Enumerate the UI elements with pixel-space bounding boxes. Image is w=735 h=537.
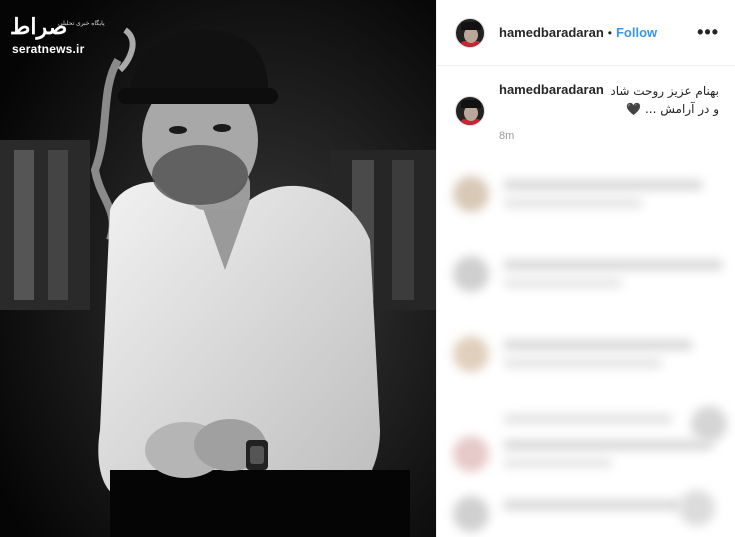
more-options-icon[interactable]: ••• xyxy=(697,22,719,43)
caption-text: بهنام عزیز روحت شاد و در آرامش ... 🖤 xyxy=(569,82,719,118)
post-photo: صراط پایگاه خبری تحلیلی seratnews.ir xyxy=(0,0,436,537)
watermark-tagline: پایگاه خبری تحلیلی xyxy=(58,21,105,27)
caption: hamedbaradaran بهنام عزیز روحت شاد و در … xyxy=(437,66,735,138)
post-timestamp[interactable]: 8m xyxy=(499,130,514,142)
follow-button[interactable]: Follow xyxy=(616,25,657,40)
watermark: صراط پایگاه خبری تحلیلی seratnews.ir xyxy=(10,14,110,58)
portrait-image xyxy=(0,0,436,537)
watermark-logo: صراط xyxy=(10,14,68,40)
username-link[interactable]: hamedbaradaran xyxy=(499,25,604,40)
separator-dot: • xyxy=(607,25,612,40)
post-sidebar: hamedbaradaran • Follow ••• hamedbaradar… xyxy=(436,0,735,537)
blurred-comments xyxy=(437,150,735,537)
avatar[interactable] xyxy=(455,17,485,48)
caption-avatar[interactable] xyxy=(455,96,485,126)
watermark-url: seratnews.ir xyxy=(12,42,85,56)
caption-line-1: بهنام عزیز روحت شاد xyxy=(610,84,719,98)
caption-line-2: و در آرامش ... 🖤 xyxy=(626,102,719,116)
post-header: hamedbaradaran • Follow ••• xyxy=(437,0,735,66)
